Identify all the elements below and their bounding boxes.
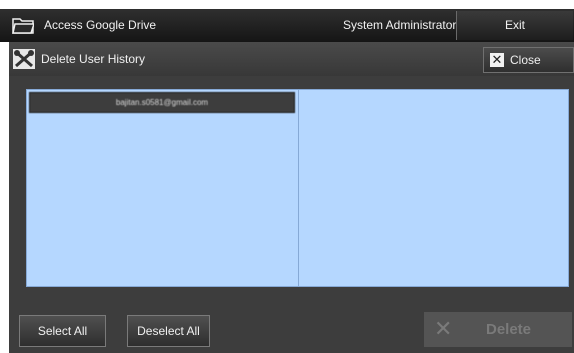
dialog-header: Delete User History ✕ Close [9, 42, 574, 76]
exit-button[interactable]: Exit [456, 11, 573, 40]
list-item[interactable]: bajitan.s0581@gmail.com [29, 92, 295, 113]
folder-icon [12, 18, 34, 34]
user-history-list[interactable]: bajitan.s0581@gmail.com [26, 89, 569, 287]
dialog-title: Delete User History [41, 52, 146, 66]
list-column-divider [298, 90, 299, 286]
top-bar: Access Google Drive System Administrator… [0, 9, 574, 42]
close-icon: ✕ [490, 52, 504, 67]
tools-icon [13, 49, 35, 69]
delete-x-icon: ✕ [434, 316, 453, 341]
select-all-button[interactable]: Select All [19, 315, 106, 347]
deselect-all-button[interactable]: Deselect All [127, 315, 210, 347]
app-title: Access Google Drive [44, 18, 157, 32]
delete-user-history-dialog: Delete User History ✕ Close bajitan.s058… [9, 42, 574, 353]
delete-button-label: Delete [486, 321, 532, 338]
delete-button[interactable]: ✕ Delete [424, 312, 572, 347]
user-name: System Administrator [343, 18, 457, 32]
close-button[interactable]: ✕ Close [483, 47, 574, 73]
close-button-label: Close [510, 53, 541, 67]
